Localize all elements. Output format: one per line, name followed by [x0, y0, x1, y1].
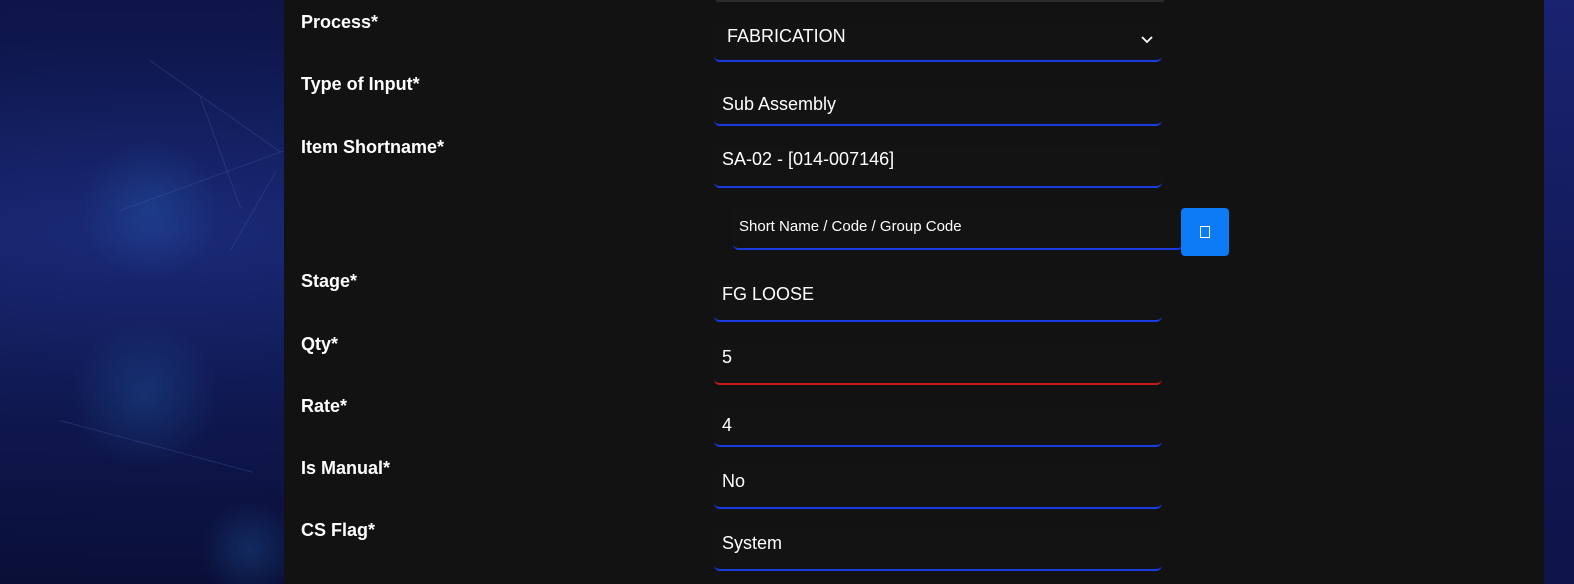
cs-flag-field[interactable]: System: [714, 531, 1162, 571]
is-manual-value: No: [722, 471, 746, 491]
form-panel: Process* FABRICATION Type of Input* Sub …: [284, 0, 1544, 584]
process-select[interactable]: FABRICATION: [714, 22, 1162, 62]
type-of-input-label: Type of Input*: [301, 74, 420, 94]
qty-value: 5: [722, 347, 733, 367]
is-manual-label: Is Manual*: [301, 458, 391, 478]
is-manual-field[interactable]: No: [714, 469, 1162, 509]
rate-field[interactable]: 4: [714, 407, 1162, 447]
background-glow: [70, 320, 220, 470]
background-glow: [80, 140, 220, 280]
background-right-edge: [1544, 0, 1574, 584]
item-search-button[interactable]: [1181, 208, 1229, 256]
item-shortname-value: SA-02 - [014-007146]: [722, 149, 895, 169]
rate-value: 4: [722, 415, 733, 435]
qty-field[interactable]: 5: [714, 345, 1162, 385]
item-shortname-label: Item Shortname*: [301, 137, 445, 157]
type-of-input-value: Sub Assembly: [722, 94, 837, 114]
item-shortname-field[interactable]: SA-02 - [014-007146]: [714, 148, 1162, 188]
chevron-down-icon: [1141, 36, 1153, 44]
background-network-line: [230, 172, 276, 251]
type-of-input-field[interactable]: Sub Assembly: [714, 86, 1162, 126]
process-label: Process*: [301, 12, 379, 32]
qty-label: Qty*: [301, 334, 339, 354]
stage-label: Stage*: [301, 271, 358, 291]
stage-value: FG LOOSE: [722, 284, 815, 304]
missing-glyph-icon: [1200, 226, 1210, 238]
item-search-input[interactable]: [739, 218, 1169, 235]
process-select-value: FABRICATION: [727, 26, 846, 46]
item-search-field: [733, 206, 1183, 250]
previous-field-edge: [716, 0, 1164, 2]
stage-field[interactable]: FG LOOSE: [714, 282, 1162, 322]
cs-flag-value: System: [722, 533, 783, 553]
cs-flag-label: CS Flag*: [301, 520, 376, 540]
rate-label: Rate*: [301, 396, 348, 416]
